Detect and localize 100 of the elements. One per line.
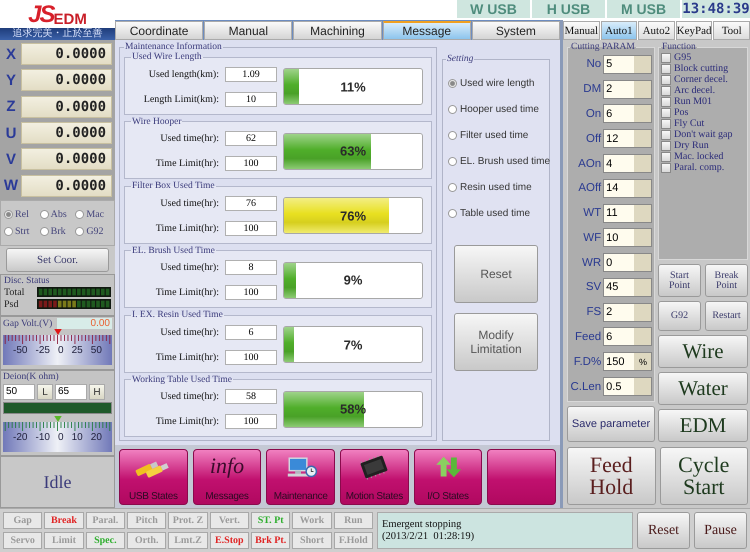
unit-label: % (638, 356, 648, 367)
input-field[interactable]: 76 (225, 196, 277, 211)
tab[interactable]: KeyPad (676, 21, 712, 40)
input-field[interactable]: 8 (225, 260, 277, 276)
tab[interactable]: Auto1 (600, 21, 638, 40)
radio-button[interactable] (4, 227, 13, 236)
radio-label: Resin used time (460, 182, 532, 193)
scale-label: 10 (72, 432, 83, 443)
checkbox[interactable] (661, 74, 671, 84)
radio-button[interactable] (448, 131, 457, 140)
row-label: Total (4, 286, 26, 298)
tab[interactable]: Machining (293, 21, 382, 40)
tab[interactable]: Tool (713, 21, 750, 40)
input-field[interactable]: 65 (55, 384, 87, 400)
radio-button[interactable] (448, 157, 457, 166)
input-field[interactable]: 100 (225, 414, 277, 430)
mode-button[interactable]: Wire (658, 335, 748, 368)
input-field[interactable]: 10 (225, 92, 277, 107)
input-field[interactable]: 150 % (603, 352, 652, 372)
row-label: Psd (4, 298, 20, 310)
radio-button[interactable] (40, 210, 49, 219)
radio-button[interactable] (40, 227, 49, 236)
tab[interactable]: Coordinate (115, 21, 204, 40)
input-field[interactable]: 11 (603, 204, 652, 223)
low-button[interactable]: L (37, 384, 53, 400)
tab[interactable]: Auto2 (638, 21, 675, 40)
save-button[interactable]: Save parameter (567, 406, 655, 442)
input-field[interactable]: 100 (225, 350, 277, 365)
input-field[interactable]: 6 (225, 324, 277, 340)
input-field[interactable]: 62 (225, 131, 277, 146)
radio-button[interactable] (75, 227, 84, 236)
checkbox[interactable] (661, 52, 671, 62)
group-title: Used Wire Length (131, 52, 203, 62)
status-indicator: Run (334, 512, 373, 529)
shortcut-button[interactable]: info Messages (192, 449, 262, 505)
checkbox[interactable] (661, 108, 671, 118)
action-button[interactable]: Reset (454, 245, 538, 303)
action-button[interactable]: Start Point (658, 264, 701, 297)
input-field[interactable]: 2 (603, 302, 652, 322)
input-field[interactable]: 12 (603, 129, 652, 148)
input-field[interactable]: 6 (603, 104, 652, 124)
mode-button[interactable]: EDM (658, 409, 748, 442)
radio-button[interactable] (448, 209, 457, 218)
set-coor-button[interactable]: Set Coor. (6, 248, 109, 272)
tab[interactable]: Manual (204, 21, 292, 40)
checkbox[interactable] (661, 86, 671, 96)
mode-button[interactable]: Water (658, 372, 748, 405)
input-field[interactable]: 0.5 (603, 377, 652, 396)
checkbox[interactable] (661, 130, 671, 140)
checkbox[interactable] (661, 118, 671, 128)
input-field[interactable]: 100 (225, 220, 277, 236)
checkbox[interactable] (661, 140, 671, 150)
high-button[interactable]: H (89, 384, 105, 400)
usb-status: H USB (532, 0, 605, 18)
feed-hold-button[interactable]: Feed Hold (567, 447, 656, 505)
input-field[interactable]: 14 (603, 178, 652, 198)
input-field[interactable]: 100 (225, 285, 277, 300)
action-button[interactable]: G92 (658, 301, 701, 331)
tab[interactable]: Manual (563, 21, 600, 40)
radio-button[interactable] (75, 210, 84, 219)
action-button[interactable]: Pause (694, 512, 747, 549)
radio-button[interactable] (4, 210, 13, 219)
input-field[interactable]: 50 (3, 384, 35, 400)
input-field[interactable]: 4 (603, 154, 652, 174)
group-title: Maintenance Information (124, 42, 223, 52)
checkbox-label: Block cutting (674, 63, 728, 74)
input-field[interactable]: 45 (603, 278, 652, 297)
scale-label: -10 (36, 432, 50, 443)
checkbox[interactable] (661, 152, 671, 162)
radio-button[interactable] (448, 105, 457, 114)
input-field[interactable]: 58 (225, 389, 277, 404)
field-label: WT (582, 207, 602, 220)
scale-label: -20 (13, 432, 28, 443)
radio-label: Strt (15, 226, 30, 237)
input-field[interactable]: 10 (603, 228, 652, 248)
cycle-start-button[interactable]: Cycle Start (660, 447, 748, 505)
tab[interactable]: System (472, 21, 560, 40)
checkbox[interactable] (661, 96, 671, 106)
input-field[interactable]: 2 (603, 80, 652, 99)
shortcut-label: Maintenance (274, 491, 328, 502)
tab[interactable]: Message (382, 21, 471, 40)
radio-button[interactable] (448, 183, 457, 192)
input-field[interactable]: 6 (603, 327, 652, 346)
input-field[interactable]: 100 (225, 156, 277, 172)
input-field[interactable]: 1.09 (225, 66, 277, 82)
field-label: Feed (574, 330, 602, 343)
action-button[interactable]: Reset (637, 512, 690, 549)
checkbox-label: Pos (674, 107, 688, 118)
blank-button[interactable] (487, 449, 556, 505)
action-button[interactable]: Restart (705, 301, 748, 331)
scale-label: -50 (13, 345, 28, 356)
checkbox[interactable] (661, 162, 671, 172)
action-button[interactable]: Break Point (705, 264, 748, 297)
action-button[interactable]: Modify Limitation (454, 313, 538, 371)
checkbox[interactable] (661, 64, 671, 74)
radio-button[interactable] (448, 79, 457, 88)
panel-title: Disc. Status (4, 276, 50, 286)
shortcut-label: Messages (205, 491, 249, 502)
input-field[interactable]: 0 (603, 253, 652, 272)
input-field[interactable]: 5 (603, 54, 652, 74)
